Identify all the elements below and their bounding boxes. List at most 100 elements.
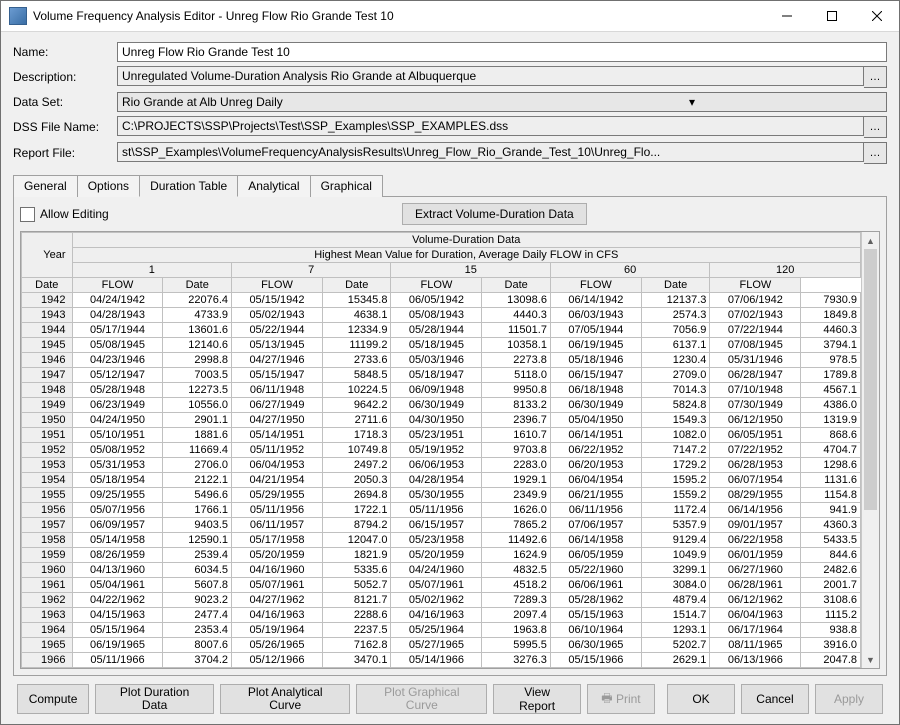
cell-flow[interactable]: 2047.8 bbox=[801, 653, 861, 668]
dataset-combo[interactable]: Rio Grande at Alb Unreg Daily ▾ bbox=[117, 92, 887, 112]
cell-date[interactable]: 07/06/1957 bbox=[550, 518, 641, 533]
cell-flow[interactable]: 2237.5 bbox=[322, 623, 391, 638]
cell-flow[interactable]: 2629.1 bbox=[641, 653, 710, 668]
tab-analytical[interactable]: Analytical bbox=[237, 175, 310, 197]
cell-date[interactable]: 05/07/1961 bbox=[232, 578, 323, 593]
cell-flow[interactable]: 1766.1 bbox=[163, 503, 232, 518]
cell-date[interactable]: 05/15/1966 bbox=[550, 653, 641, 668]
cell-date[interactable]: 05/26/1965 bbox=[232, 638, 323, 653]
cell-flow[interactable]: 4460.3 bbox=[801, 323, 861, 338]
cell-date[interactable]: 04/16/1960 bbox=[232, 563, 323, 578]
cell-flow[interactable]: 12137.3 bbox=[641, 293, 710, 308]
cell-date[interactable]: 07/30/1949 bbox=[710, 398, 801, 413]
cell-flow[interactable]: 2539.4 bbox=[163, 548, 232, 563]
cell-flow[interactable]: 6137.1 bbox=[641, 338, 710, 353]
cell-flow[interactable]: 1514.7 bbox=[641, 608, 710, 623]
cell-date[interactable]: 06/18/1948 bbox=[550, 383, 641, 398]
cell-flow[interactable]: 1049.9 bbox=[641, 548, 710, 563]
cell-flow[interactable]: 1722.1 bbox=[322, 503, 391, 518]
cell-date[interactable]: 06/01/1959 bbox=[710, 548, 801, 563]
cell-flow[interactable]: 7865.2 bbox=[482, 518, 551, 533]
cell-date[interactable]: 06/09/1948 bbox=[391, 383, 482, 398]
vertical-scrollbar[interactable]: ▲ ▼ bbox=[861, 232, 879, 668]
cell-date[interactable]: 05/15/1942 bbox=[232, 293, 323, 308]
cell-flow[interactable]: 5496.6 bbox=[163, 488, 232, 503]
cell-flow[interactable]: 2353.4 bbox=[163, 623, 232, 638]
cell-flow[interactable]: 2706.0 bbox=[163, 458, 232, 473]
cell-flow[interactable]: 10749.8 bbox=[322, 443, 391, 458]
cell-year[interactable]: 1950 bbox=[22, 413, 73, 428]
scroll-up-icon[interactable]: ▲ bbox=[862, 232, 879, 249]
cell-date[interactable]: 06/14/1951 bbox=[550, 428, 641, 443]
cell-date[interactable]: 09/14/1967 bbox=[550, 668, 641, 669]
name-input[interactable] bbox=[117, 42, 887, 62]
cell-flow[interactable]: 1131.6 bbox=[801, 473, 861, 488]
cell-date[interactable]: 05/12/1966 bbox=[232, 653, 323, 668]
cell-flow[interactable]: 1929.1 bbox=[482, 473, 551, 488]
cell-flow[interactable]: 1341.5 bbox=[801, 668, 861, 669]
cell-flow[interactable]: 1626.0 bbox=[482, 503, 551, 518]
cell-date[interactable]: 07/05/1944 bbox=[550, 323, 641, 338]
cell-flow[interactable]: 2998.8 bbox=[163, 353, 232, 368]
cell-year[interactable]: 1955 bbox=[22, 488, 73, 503]
cell-flow[interactable]: 1559.2 bbox=[641, 488, 710, 503]
cell-date[interactable]: 05/22/1944 bbox=[232, 323, 323, 338]
cell-flow[interactable]: 3299.1 bbox=[641, 563, 710, 578]
cell-flow[interactable]: 10224.5 bbox=[322, 383, 391, 398]
cell-flow[interactable]: 2477.4 bbox=[163, 608, 232, 623]
cell-date[interactable]: 05/28/1948 bbox=[72, 383, 163, 398]
cell-year[interactable]: 1948 bbox=[22, 383, 73, 398]
cell-flow[interactable]: 1082.0 bbox=[641, 428, 710, 443]
cell-date[interactable]: 06/15/1957 bbox=[391, 518, 482, 533]
cell-flow[interactable]: 1849.8 bbox=[801, 308, 861, 323]
cell-date[interactable]: 06/12/1950 bbox=[710, 413, 801, 428]
cell-flow[interactable]: 1653.6 bbox=[641, 668, 710, 669]
cell-date[interactable]: 04/28/1954 bbox=[391, 473, 482, 488]
description-field[interactable]: Unregulated Volume-Duration Analysis Rio… bbox=[117, 66, 864, 86]
cell-flow[interactable]: 7147.2 bbox=[641, 443, 710, 458]
cell-date[interactable]: 06/03/1943 bbox=[550, 308, 641, 323]
cell-date[interactable]: 06/15/1947 bbox=[550, 368, 641, 383]
cell-flow[interactable]: 941.9 bbox=[801, 503, 861, 518]
cell-flow[interactable]: 8121.7 bbox=[322, 593, 391, 608]
cell-year[interactable]: 1956 bbox=[22, 503, 73, 518]
cell-flow[interactable]: 5824.8 bbox=[641, 398, 710, 413]
cell-flow[interactable]: 5202.7 bbox=[641, 638, 710, 653]
cell-flow[interactable]: 2396.7 bbox=[482, 413, 551, 428]
cell-year[interactable]: 1942 bbox=[22, 293, 73, 308]
cell-flow[interactable]: 13601.6 bbox=[163, 323, 232, 338]
cell-flow[interactable]: 5995.5 bbox=[482, 638, 551, 653]
cell-flow[interactable]: 3704.2 bbox=[163, 653, 232, 668]
cell-date[interactable]: 06/27/1960 bbox=[710, 563, 801, 578]
report-browse-button[interactable]: … bbox=[864, 142, 887, 164]
cell-flow[interactable]: 1293.1 bbox=[641, 623, 710, 638]
cell-year[interactable]: 1944 bbox=[22, 323, 73, 338]
cell-date[interactable]: 05/02/1943 bbox=[232, 308, 323, 323]
cell-date[interactable]: 06/19/1945 bbox=[550, 338, 641, 353]
cell-date[interactable]: 06/27/1949 bbox=[232, 398, 323, 413]
cell-flow[interactable]: 1821.9 bbox=[322, 548, 391, 563]
cell-flow[interactable]: 4879.4 bbox=[641, 593, 710, 608]
cell-date[interactable]: 05/19/1952 bbox=[391, 443, 482, 458]
cell-date[interactable]: 05/14/1958 bbox=[72, 533, 163, 548]
cell-date[interactable]: 04/27/1950 bbox=[232, 413, 323, 428]
cell-flow[interactable]: 9950.8 bbox=[482, 383, 551, 398]
cell-date[interactable]: 06/22/1952 bbox=[550, 443, 641, 458]
cell-flow[interactable]: 2497.2 bbox=[322, 458, 391, 473]
cell-date[interactable]: 05/29/1955 bbox=[232, 488, 323, 503]
cell-flow[interactable]: 11492.6 bbox=[482, 533, 551, 548]
cell-flow[interactable]: 5848.5 bbox=[322, 368, 391, 383]
cell-flow[interactable]: 5357.9 bbox=[641, 518, 710, 533]
cell-flow[interactable]: 3916.0 bbox=[801, 638, 861, 653]
cell-date[interactable]: 06/12/1962 bbox=[710, 593, 801, 608]
cell-date[interactable]: 05/11/1956 bbox=[391, 503, 482, 518]
cell-date[interactable]: 06/30/1949 bbox=[550, 398, 641, 413]
cell-flow[interactable]: 1624.9 bbox=[482, 548, 551, 563]
cell-date[interactable]: 04/24/1942 bbox=[72, 293, 163, 308]
cell-flow[interactable]: 6034.5 bbox=[163, 563, 232, 578]
cell-date[interactable]: 07/22/1944 bbox=[710, 323, 801, 338]
cell-date[interactable]: 05/28/1962 bbox=[550, 593, 641, 608]
cell-flow[interactable]: 1298.6 bbox=[801, 458, 861, 473]
cell-flow[interactable]: 8133.2 bbox=[482, 398, 551, 413]
cell-flow[interactable]: 2097.4 bbox=[482, 608, 551, 623]
